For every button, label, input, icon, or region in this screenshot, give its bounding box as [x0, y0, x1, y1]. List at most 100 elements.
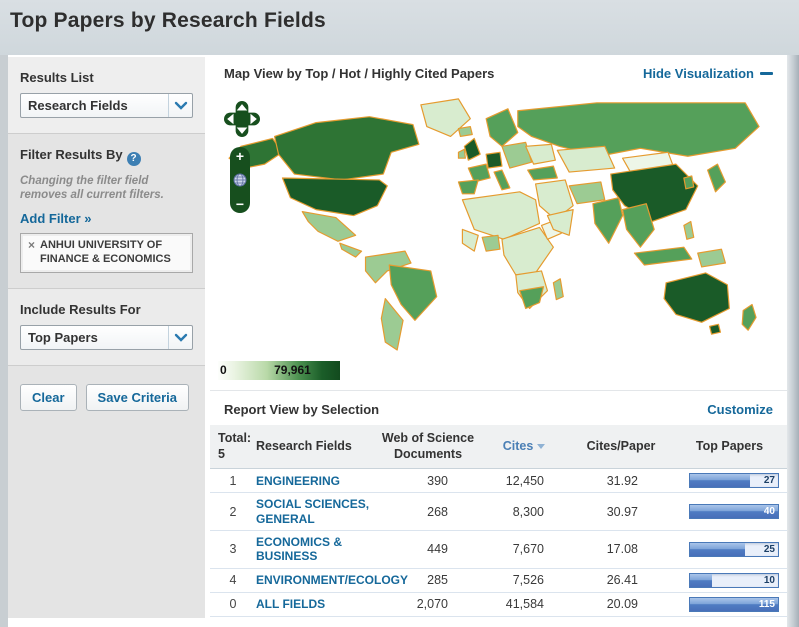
results-list-label: Results List	[20, 70, 193, 85]
cites-cell: 12,450	[478, 474, 570, 488]
country-france	[468, 164, 490, 182]
add-filter-link[interactable]: Add Filter »	[20, 211, 92, 226]
column-top-papers[interactable]: Top Papers	[672, 439, 787, 455]
country-south-africa	[520, 287, 544, 309]
top-papers-bar: 27	[689, 473, 779, 488]
country-indonesia	[634, 247, 691, 265]
map-legend: 0 79,961	[210, 355, 787, 390]
pan-control-icon[interactable]	[224, 101, 260, 137]
zoom-out-button[interactable]: −	[236, 198, 244, 210]
top-papers-value: 115	[759, 599, 775, 610]
remove-filter-icon[interactable]: ×	[28, 239, 35, 265]
country-india	[593, 198, 623, 243]
docs-cell: 390	[378, 474, 478, 488]
results-list-section: Results List Research Fields	[8, 57, 205, 134]
table-header-row: Total: 5 Research Fields Web of Science …	[210, 425, 787, 469]
world-map[interactable]: + −	[216, 89, 781, 355]
report-view-header: Report View by Selection Customize	[210, 391, 787, 425]
top-papers-cell: 27	[672, 473, 787, 488]
field-link[interactable]: ENGINEERING	[256, 474, 378, 488]
scrollbar[interactable]	[787, 55, 799, 627]
column-cites-per-paper[interactable]: Cites/Paper	[570, 439, 672, 455]
column-research-fields[interactable]: Research Fields	[256, 439, 378, 455]
rank-cell: 0	[210, 597, 256, 611]
zoom-in-button[interactable]: +	[236, 150, 244, 162]
filter-section: Filter Results By? Changing the filter f…	[8, 134, 205, 289]
top-papers-value: 25	[764, 544, 775, 555]
top-papers-bar: 10	[689, 573, 779, 588]
rank-cell: 3	[210, 542, 256, 556]
customize-link[interactable]: Customize	[707, 402, 773, 417]
docs-cell: 449	[378, 542, 478, 556]
include-results-dropdown[interactable]: Top Papers	[20, 325, 193, 350]
country-philippines	[684, 221, 694, 239]
rank-cell: 1	[210, 474, 256, 488]
field-link[interactable]: ALL FIELDS	[256, 597, 378, 611]
rank-cell: 2	[210, 505, 256, 519]
top-papers-value: 27	[764, 475, 775, 486]
sidebar: Results List Research Fields Filter Resu…	[8, 57, 205, 618]
country-uk	[464, 138, 480, 160]
column-cites[interactable]: Cites	[478, 439, 570, 455]
cites-per-paper-cell: 17.08	[570, 542, 672, 556]
country-turkey	[528, 166, 558, 180]
cites-cell: 8,300	[478, 505, 570, 519]
field-link[interactable]: ENVIRONMENT/ECOLOGY	[256, 573, 378, 587]
results-list-dropdown[interactable]: Research Fields	[20, 93, 193, 118]
top-papers-bar: 40	[689, 504, 779, 519]
map-view-title: Map View by Top / Hot / Highly Cited Pap…	[224, 66, 494, 81]
globe-icon[interactable]	[233, 173, 247, 187]
region-tasmania	[710, 324, 721, 334]
hide-visualization-link[interactable]: Hide Visualization	[643, 66, 773, 81]
country-italy	[494, 170, 510, 190]
app-window: Top Papers by Research Fields Results Li…	[0, 0, 799, 627]
cites-cell: 7,670	[478, 542, 570, 556]
legend-min-label: 0	[220, 363, 227, 377]
country-new-zealand	[742, 305, 756, 331]
country-kazakhstan	[557, 146, 614, 172]
left-edge	[0, 55, 8, 627]
filter-note: Changing the filter field removes all cu…	[20, 174, 193, 204]
country-australia	[664, 273, 729, 322]
main-panel: Map View by Top / Hot / Highly Cited Pap…	[210, 55, 787, 627]
filter-chip-label: ANHUI UNIVERSITY OF FINANCE & ECONOMICS	[40, 239, 186, 265]
cites-per-paper-cell: 30.97	[570, 505, 672, 519]
choropleth-map[interactable]	[218, 89, 778, 351]
bar-fill	[690, 574, 712, 587]
cites-per-paper-cell: 31.92	[570, 474, 672, 488]
cites-cell: 7,526	[478, 573, 570, 587]
top-papers-cell: 10	[672, 573, 787, 588]
chevron-down-icon	[168, 94, 192, 117]
field-link[interactable]: ECONOMICS & BUSINESS	[256, 535, 378, 564]
country-madagascar	[553, 279, 563, 300]
clear-button[interactable]: Clear	[20, 384, 77, 411]
region-central-america	[340, 243, 362, 257]
map-zoom-control: + −	[230, 147, 250, 213]
minus-icon	[760, 72, 773, 75]
country-south-korea	[684, 176, 694, 189]
country-ireland	[458, 149, 465, 158]
page-title: Top Papers by Research Fields	[0, 0, 799, 33]
docs-cell: 2,070	[378, 597, 478, 611]
save-criteria-button[interactable]: Save Criteria	[86, 384, 190, 411]
country-nigeria	[482, 235, 500, 251]
table-row: 4 ENVIRONMENT/ECOLOGY 285 7,526 26.41 10	[210, 569, 787, 593]
top-papers-bar: 115	[689, 597, 779, 612]
map-countries[interactable]	[229, 99, 759, 350]
cites-per-paper-cell: 20.09	[570, 597, 672, 611]
cites-per-paper-cell: 26.41	[570, 573, 672, 587]
help-icon[interactable]: ?	[127, 152, 141, 166]
top-papers-value: 40	[764, 506, 775, 517]
filter-chip[interactable]: × ANHUI UNIVERSITY OF FINANCE & ECONOMIC…	[20, 233, 193, 272]
filter-by-label: Filter Results By?	[20, 147, 193, 166]
top-papers-cell: 25	[672, 542, 787, 557]
country-usa	[282, 178, 387, 216]
top-papers-value: 10	[764, 575, 775, 586]
page-header: Top Papers by Research Fields	[0, 0, 799, 55]
chevron-down-icon	[168, 326, 192, 349]
table-row: 2 SOCIAL SCIENCES, GENERAL 268 8,300 30.…	[210, 493, 787, 531]
region-scandinavia	[486, 109, 518, 147]
field-link[interactable]: SOCIAL SCIENCES, GENERAL	[256, 497, 378, 526]
cites-cell: 41,584	[478, 597, 570, 611]
column-wos-documents[interactable]: Web of Science Documents	[378, 431, 478, 462]
